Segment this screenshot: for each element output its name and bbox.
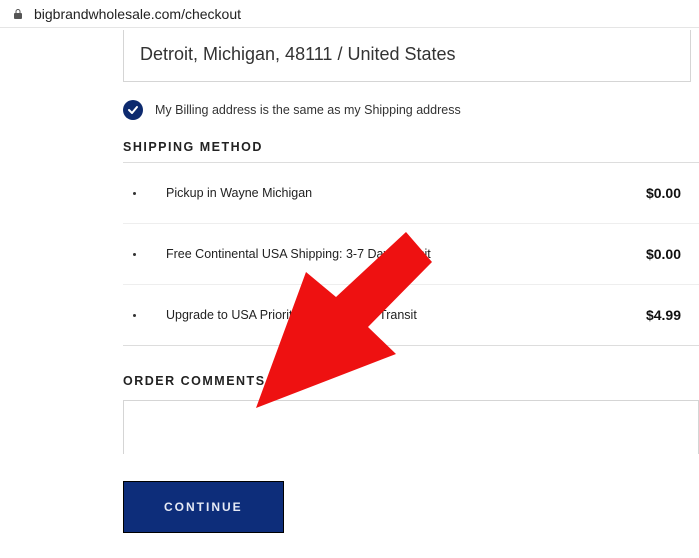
shipping-option[interactable]: Pickup in Wayne Michigan $0.00: [123, 163, 699, 223]
shipping-option-price: $0.00: [646, 246, 699, 262]
address-line: Detroit, Michigan, 48111 / United States: [140, 44, 674, 65]
billing-same-label: My Billing address is the same as my Shi…: [155, 103, 461, 117]
address-box: Detroit, Michigan, 48111 / United States: [123, 30, 691, 82]
shipping-option-price: $4.99: [646, 307, 699, 323]
shipping-option[interactable]: Upgrade to USA Priority Mail: 2-3 Day Tr…: [123, 284, 699, 345]
continue-button[interactable]: CONTINUE: [123, 481, 284, 533]
url-bar: bigbrandwholesale.com/checkout: [0, 0, 699, 28]
radio-icon: [133, 314, 136, 317]
checkmark-icon: [123, 100, 143, 120]
billing-same-row[interactable]: My Billing address is the same as my Shi…: [123, 100, 699, 120]
order-comments-heading: ORDER COMMENTS: [123, 374, 699, 388]
shipping-options-list: Pickup in Wayne Michigan $0.00 Free Cont…: [123, 162, 699, 346]
radio-icon: [133, 192, 136, 195]
lock-icon: [12, 8, 24, 20]
shipping-option-label: Pickup in Wayne Michigan: [166, 186, 646, 200]
shipping-option-label: Upgrade to USA Priority Mail: 2-3 Day Tr…: [166, 308, 646, 322]
shipping-option-price: $0.00: [646, 185, 699, 201]
radio-icon: [133, 253, 136, 256]
order-comments-input[interactable]: [123, 400, 699, 454]
shipping-method-heading: SHIPPING METHOD: [123, 140, 699, 154]
shipping-option[interactable]: Free Continental USA Shipping: 3-7 Day T…: [123, 223, 699, 284]
url-text[interactable]: bigbrandwholesale.com/checkout: [34, 6, 687, 22]
shipping-option-label: Free Continental USA Shipping: 3-7 Day T…: [166, 247, 646, 261]
